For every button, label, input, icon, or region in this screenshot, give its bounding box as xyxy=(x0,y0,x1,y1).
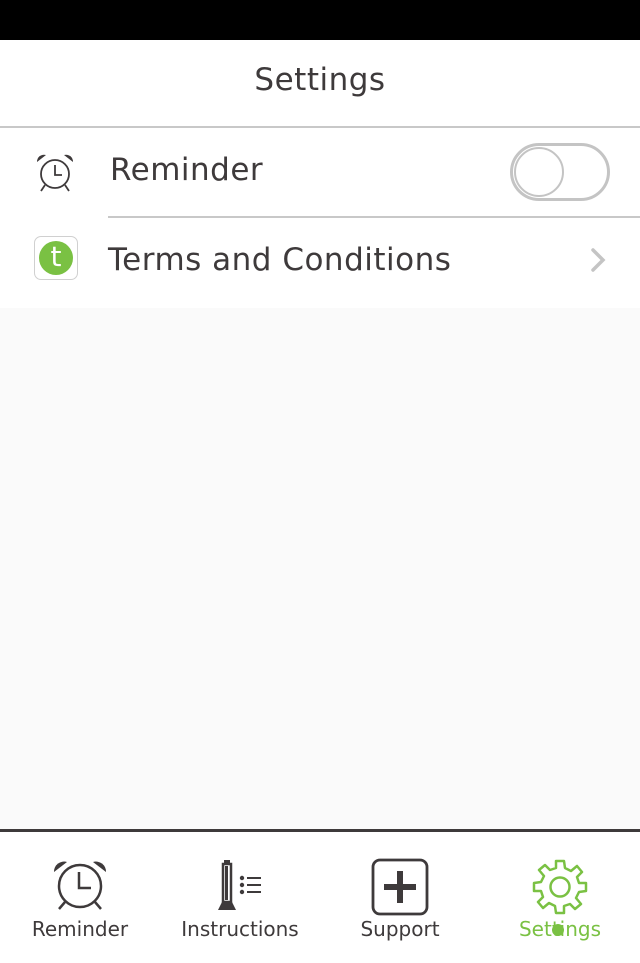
tab-label: Support xyxy=(360,917,440,941)
settings-item-label: Terms and Conditions xyxy=(108,242,452,278)
terms-t-icon: t xyxy=(34,236,78,280)
tab-label: Instructions xyxy=(181,917,299,941)
nav-bar: Settings xyxy=(0,40,640,128)
plus-box-icon xyxy=(371,858,429,916)
page-title: Settings xyxy=(254,62,386,98)
gear-icon xyxy=(532,859,588,915)
tab-label: Reminder xyxy=(31,917,129,941)
settings-item-terms[interactable]: t Terms and Conditions xyxy=(0,128,640,280)
chevron-right-icon xyxy=(591,248,606,272)
alarm-clock-icon xyxy=(53,861,107,910)
tab-reminder[interactable]: Reminder xyxy=(0,832,160,963)
status-bar xyxy=(0,0,640,40)
tab-support[interactable]: Support xyxy=(320,832,480,963)
tab-settings[interactable]: Settings xyxy=(480,832,640,963)
instructions-list-icon xyxy=(218,860,261,910)
settings-list: Reminder t Terms and Conditions xyxy=(0,128,640,308)
tab-bar: Reminder Instructions Support Settings xyxy=(0,829,640,963)
active-tab-indicator xyxy=(552,924,564,936)
tab-instructions[interactable]: Instructions xyxy=(160,832,320,963)
